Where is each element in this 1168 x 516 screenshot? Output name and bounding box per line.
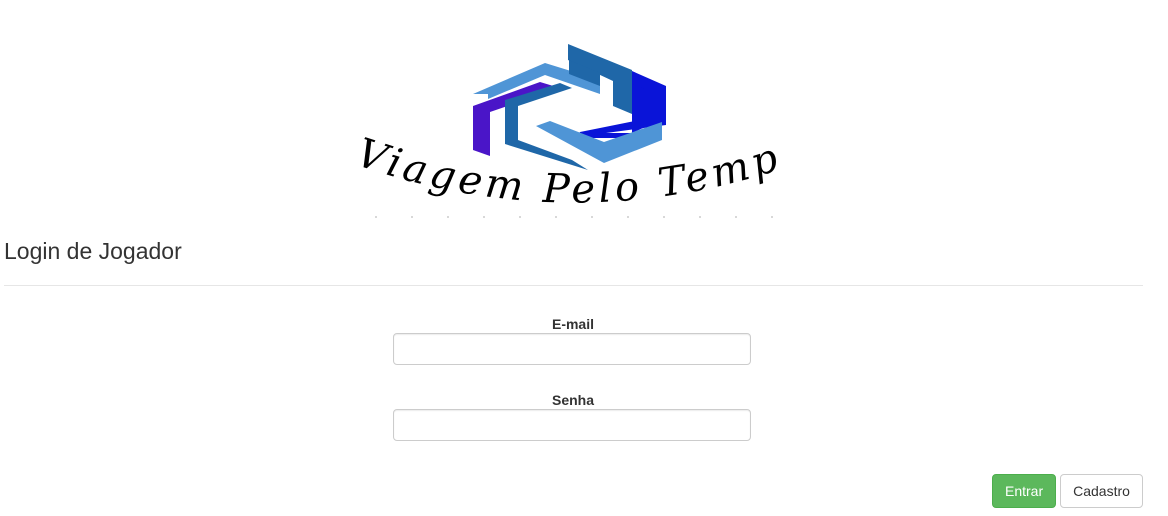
register-button[interactable]: Cadastro [1060,474,1143,508]
password-label: Senha [551,392,594,408]
page-title: Login de Jogador [4,238,182,264]
brand-logo: Viagem Pelo Tempo [340,36,810,226]
login-button[interactable]: Entrar [992,474,1056,508]
password-field[interactable] [393,409,751,441]
login-page: Viagem Pelo Tempo Login de Jogador E-mai… [0,0,1168,516]
brand-wordmark: Viagem Pelo Tempo [340,36,783,213]
email-field[interactable] [393,333,751,365]
email-label: E-mail [551,316,594,332]
svg-text:Viagem Pelo Tempo: Viagem Pelo Tempo [340,36,787,213]
divider [4,285,1143,286]
